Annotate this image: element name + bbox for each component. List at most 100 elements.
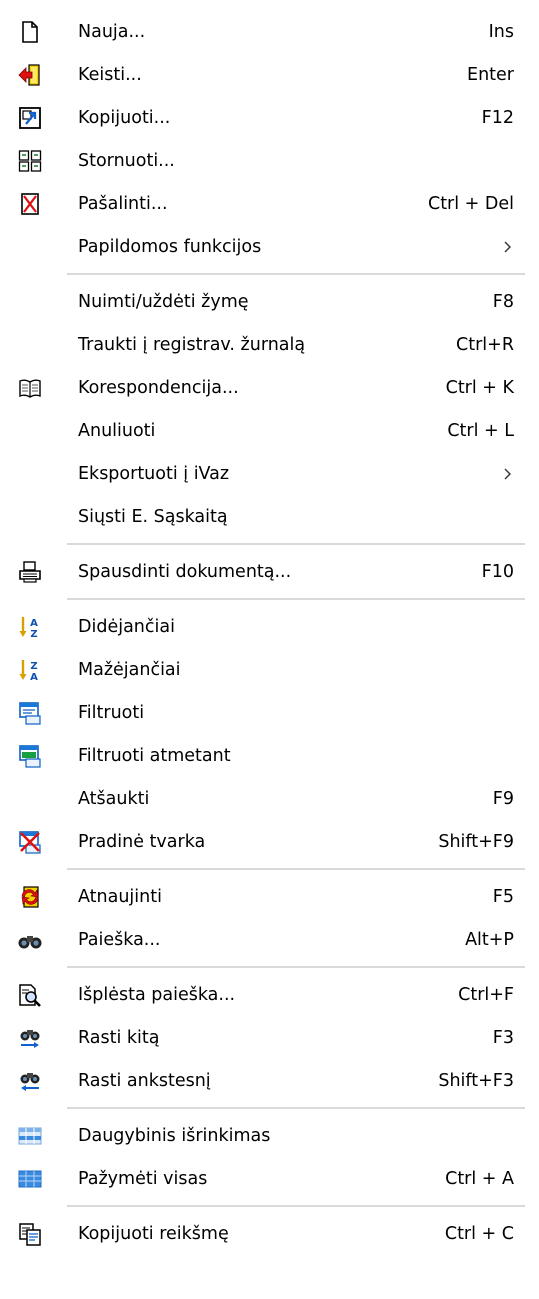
- menu-item-siusti-e-saskaita[interactable]: Siųsti E. Sąskaitą: [0, 495, 539, 538]
- menu-item-label: Pradinė tvarka: [78, 831, 206, 852]
- menu-item-kopijuoti[interactable]: Kopijuoti... F12: [0, 96, 539, 139]
- menu-item-shortcut: F10: [481, 561, 514, 582]
- menu-item-shortcut: Ctrl + C: [444, 1223, 514, 1244]
- menu-item-spausdinti-dokumenta[interactable]: Spausdinti dokumentą... F10: [0, 550, 539, 593]
- menu-item-label: Papildomos funkcijos: [78, 236, 262, 257]
- menu-item-shortcut: F3: [492, 1027, 514, 1048]
- multi-select-icon: [18, 1127, 42, 1144]
- menu-item-label: Daugybinis išrinkimas: [78, 1125, 271, 1146]
- menu-item-shortcut: F5: [492, 886, 514, 907]
- menu-item-shortcut: Shift+F3: [438, 1070, 514, 1091]
- svg-text:Z: Z: [30, 629, 37, 639]
- storno-icon: [18, 149, 42, 172]
- menu-separator: [0, 863, 539, 875]
- svg-text:Z: Z: [30, 661, 37, 672]
- svg-text:A: A: [30, 618, 38, 629]
- menu-item-filtruoti[interactable]: Filtruoti: [0, 691, 539, 734]
- menu-item-shortcut: Ctrl + K: [445, 377, 514, 398]
- menu-item-rasti-ankstesni[interactable]: Rasti ankstesnį Shift+F3: [0, 1059, 539, 1102]
- menu-separator: [0, 538, 539, 550]
- edit-icon: [18, 63, 40, 86]
- menu-item-isplesta-paieska[interactable]: Išplėsta paieška... Ctrl+F: [0, 973, 539, 1016]
- menu-item-label: Korespondencija...: [78, 377, 239, 398]
- menu-item-anuliuoti[interactable]: Anuliuoti Ctrl + L: [0, 409, 539, 452]
- chevron-right-icon: [504, 468, 511, 479]
- menu-item-kopijuoti-reiksme[interactable]: Kopijuoti reikšmę Ctrl + C: [0, 1212, 539, 1255]
- reset-order-icon: [19, 830, 41, 854]
- context-menu: Nauja... Ins Keisti... Enter Kopijuoti..…: [0, 0, 539, 1299]
- menu-item-nuimti-uzdeti-zyme[interactable]: Nuimti/uždėti žymę F8: [0, 280, 539, 323]
- select-all-icon: [18, 1170, 42, 1187]
- printer-icon: [19, 560, 41, 583]
- chevron-right-icon: [504, 241, 511, 252]
- menu-item-label: Pažymėti visas: [78, 1168, 208, 1189]
- menu-item-mazejanciai[interactable]: Z A Mažėjančiai: [0, 648, 539, 691]
- menu-item-label: Mažėjančiai: [78, 659, 181, 680]
- menu-item-shortcut: F8: [492, 291, 514, 312]
- menu-item-shortcut: F12: [481, 107, 514, 128]
- menu-item-label: Išplėsta paieška...: [78, 984, 236, 1005]
- menu-item-label: Atšaukti: [78, 788, 150, 809]
- menu-item-traukti-i-registrav-zurnala[interactable]: Traukti į registrav. žurnalą Ctrl+R: [0, 323, 539, 366]
- menu-item-label: Stornuoti...: [78, 150, 175, 171]
- svg-text:A: A: [30, 672, 38, 682]
- menu-item-pazymeti-visas[interactable]: Pažymėti visas Ctrl + A: [0, 1157, 539, 1200]
- menu-item-paieska[interactable]: Paieška... Alt+P: [0, 918, 539, 961]
- menu-item-didejanciai[interactable]: A Z Didėjančiai: [0, 605, 539, 648]
- sort-ascending-icon: A Z: [19, 616, 38, 639]
- menu-item-label: Anuliuoti: [78, 420, 156, 441]
- menu-item-shortcut: Ins: [488, 21, 514, 42]
- menu-item-label: Nauja...: [78, 21, 146, 42]
- menu-item-pasalinti[interactable]: Pašalinti... Ctrl + Del: [0, 182, 539, 225]
- menu-item-papildomos-funkcijos[interactable]: Papildomos funkcijos: [0, 225, 539, 268]
- advanced-search-icon: [19, 983, 41, 1007]
- menu-separator: [0, 1102, 539, 1114]
- menu-item-label: Paieška...: [78, 929, 161, 950]
- menu-item-label: Rasti kitą: [78, 1027, 160, 1048]
- new-document-icon: [22, 20, 38, 43]
- menu-item-keisti[interactable]: Keisti... Enter: [0, 53, 539, 96]
- menu-item-daugybinis-isrinkimas[interactable]: Daugybinis išrinkimas: [0, 1114, 539, 1157]
- menu-item-label: Filtruoti atmetant: [78, 745, 231, 766]
- filter-exclude-icon: [19, 744, 41, 768]
- menu-item-label: Kopijuoti reikšmę: [78, 1223, 229, 1244]
- menu-item-label: Didėjančiai: [78, 616, 175, 637]
- menu-item-atsaukti[interactable]: Atšaukti F9: [0, 777, 539, 820]
- menu-item-stornuoti[interactable]: Stornuoti...: [0, 139, 539, 182]
- menu-separator: [0, 593, 539, 605]
- menu-item-label: Nuimti/uždėti žymę: [78, 291, 249, 312]
- menu-item-shortcut: Ctrl + Del: [427, 193, 514, 214]
- delete-icon: [21, 192, 39, 215]
- binoculars-icon: [18, 935, 42, 948]
- menu-item-label: Rasti ankstesnį: [78, 1070, 211, 1091]
- menu-item-shortcut: Ctrl+R: [456, 334, 514, 355]
- menu-item-pradine-tvarka[interactable]: Pradinė tvarka Shift+F9: [0, 820, 539, 863]
- menu-item-label: Eksportuoti į iVaz: [78, 463, 230, 484]
- menu-item-filtruoti-atmetant[interactable]: Filtruoti atmetant: [0, 734, 539, 777]
- menu-item-shortcut: Shift+F9: [438, 831, 514, 852]
- find-next-icon: [20, 1029, 40, 1048]
- find-previous-icon: [20, 1072, 40, 1091]
- menu-item-label: Traukti į registrav. žurnalą: [78, 334, 306, 355]
- filter-icon: [19, 701, 41, 725]
- menu-item-label: Pašalinti...: [78, 193, 168, 214]
- book-icon: [19, 379, 41, 398]
- menu-item-label: Kopijuoti...: [78, 107, 171, 128]
- menu-item-atnaujinti[interactable]: Atnaujinti F5: [0, 875, 539, 918]
- menu-item-label: Filtruoti: [78, 702, 145, 723]
- menu-item-nauja[interactable]: Nauja... Ins: [0, 10, 539, 53]
- menu-separator: [0, 1200, 539, 1212]
- refresh-icon: [21, 885, 39, 908]
- menu-item-shortcut: Ctrl+F: [458, 984, 514, 1005]
- menu-item-eksportuoti-i-ivaz[interactable]: Eksportuoti į iVaz: [0, 452, 539, 495]
- menu-item-shortcut: Alt+P: [465, 929, 514, 950]
- menu-item-label: Siųsti E. Sąskaitą: [78, 506, 228, 527]
- menu-separator: [0, 961, 539, 973]
- menu-item-label: Keisti...: [78, 64, 142, 85]
- menu-item-label: Atnaujinti: [78, 886, 162, 907]
- menu-item-korespondencija[interactable]: Korespondencija... Ctrl + K: [0, 366, 539, 409]
- menu-separator: [0, 268, 539, 280]
- menu-item-shortcut: F9: [492, 788, 514, 809]
- menu-item-rasti-kita[interactable]: Rasti kitą F3: [0, 1016, 539, 1059]
- menu-item-shortcut: Enter: [467, 64, 514, 85]
